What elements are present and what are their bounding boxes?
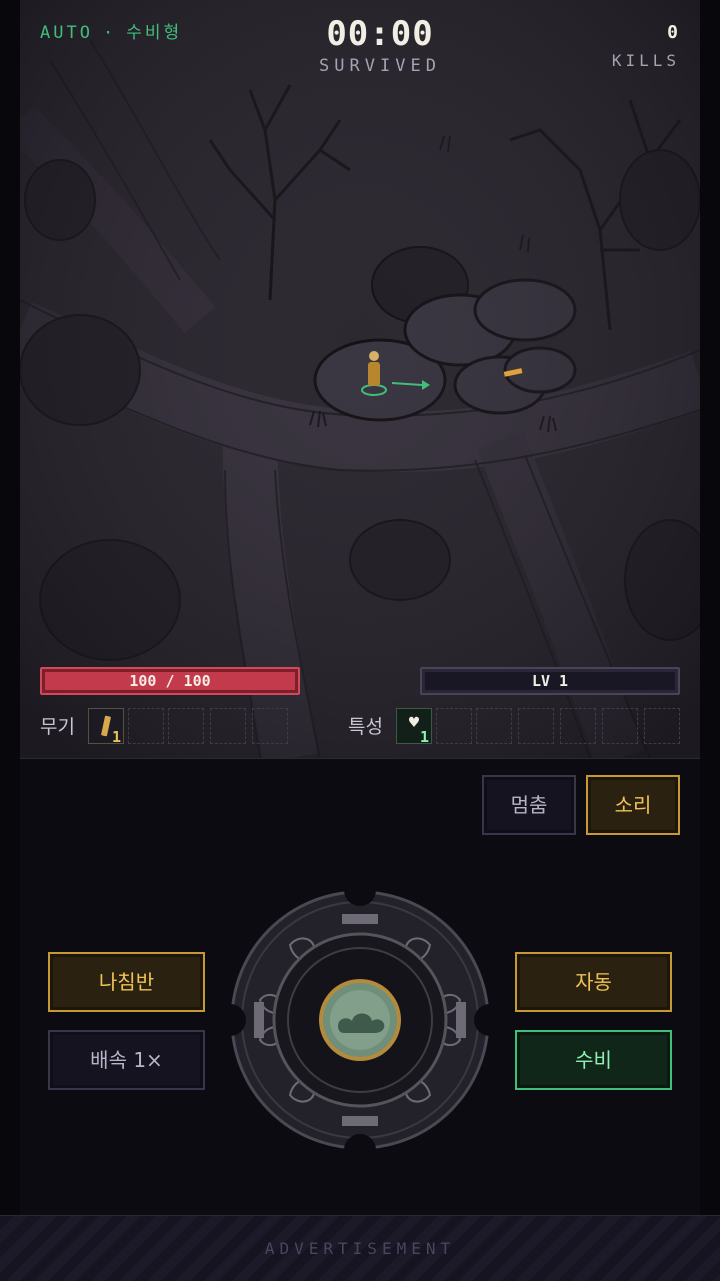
speed-button[interactable]: 배속 1× bbox=[48, 1030, 205, 1090]
mode-indicator: AUTO · 수비형 bbox=[40, 18, 182, 43]
forest-map-illustration bbox=[20, 0, 700, 758]
defense-button[interactable]: 수비 bbox=[515, 1030, 672, 1090]
survival-timer: 00:00 bbox=[326, 14, 434, 54]
trait-slot-3 bbox=[476, 708, 512, 744]
advertisement-label: ADVERTISEMENT bbox=[264, 1239, 456, 1258]
trait-slot-2 bbox=[436, 708, 472, 744]
kills-label: KILLS bbox=[611, 51, 680, 70]
joystick-knob[interactable] bbox=[319, 979, 401, 1061]
trait-slot-4 bbox=[518, 708, 554, 744]
trait-slot-5 bbox=[560, 708, 596, 744]
hp-text: 100 / 100 bbox=[129, 672, 211, 690]
weapon-slot-1[interactable]: 1 bbox=[88, 708, 124, 746]
mode-label: AUTO bbox=[40, 23, 93, 43]
trait-count: 1 bbox=[419, 728, 429, 746]
weapon-count: 1 bbox=[111, 728, 121, 746]
trait-slot-1[interactable]: ♥ 1 bbox=[396, 708, 432, 746]
build-label: 수비형 bbox=[126, 23, 183, 43]
survived-label: SURVIVED bbox=[319, 56, 441, 76]
compass-button[interactable]: 나침반 bbox=[48, 952, 205, 1012]
trait-label: 특성 bbox=[348, 716, 383, 738]
advertisement-banner[interactable]: ADVERTISEMENT bbox=[0, 1215, 720, 1281]
game-map[interactable]: AUTO · 수비형 00:00 SURVIVED 0 KILLS 100 / 10… bbox=[20, 0, 700, 758]
mode-separator: · bbox=[102, 23, 117, 43]
auto-button[interactable]: 자동 bbox=[515, 952, 672, 1012]
kill-count: 0 bbox=[667, 22, 678, 43]
weapon-slot-4 bbox=[210, 708, 246, 744]
weapon-slot-3 bbox=[168, 708, 204, 744]
level-text: LV 1 bbox=[531, 672, 569, 690]
right-border bbox=[700, 0, 720, 1215]
left-border bbox=[0, 0, 20, 1215]
level-bar: LV 1 bbox=[420, 667, 680, 695]
sound-button[interactable]: 소리 bbox=[586, 775, 680, 835]
hp-bar: 100 / 100 bbox=[40, 667, 300, 695]
trait-slot-6 bbox=[602, 708, 638, 744]
weapon-slot-2 bbox=[128, 708, 164, 744]
weapon-slot-5 bbox=[252, 708, 288, 744]
weapon-label: 무기 bbox=[40, 716, 75, 738]
compass-joystick[interactable] bbox=[230, 890, 490, 1150]
trait-slot-7 bbox=[644, 708, 680, 744]
pause-button[interactable]: 멈춤 bbox=[482, 775, 576, 835]
panel-divider bbox=[20, 758, 700, 759]
